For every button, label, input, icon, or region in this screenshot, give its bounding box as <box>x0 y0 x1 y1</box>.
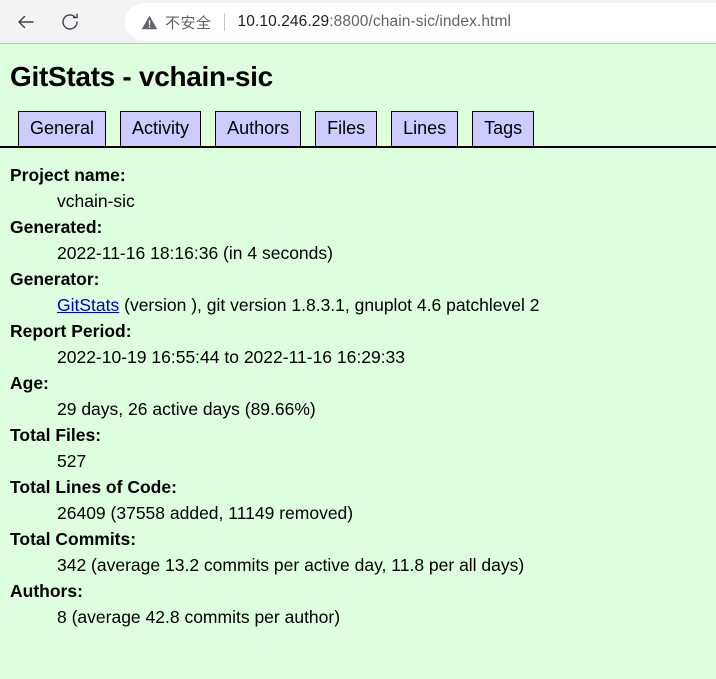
stat-label-generator: Generator: <box>10 269 100 289</box>
stat-label-age: Age: <box>10 373 49 393</box>
project-stats-list: Project name: vchain-sic Generated: 2022… <box>10 162 706 630</box>
url-path: :8800/chain-sic/index.html <box>329 13 512 30</box>
stat-value-authors: 8 (average 42.8 commits per author) <box>57 607 341 627</box>
tab-tags[interactable]: Tags <box>472 111 535 146</box>
arrow-left-icon <box>15 11 37 33</box>
tab-bar: General Activity Authors Files Lines Tag… <box>0 111 716 148</box>
address-bar[interactable]: 不安全 10.10.246.29:8800/chain-sic/index.ht… <box>125 3 716 41</box>
reload-icon <box>59 11 81 33</box>
tab-authors[interactable]: Authors <box>215 111 302 146</box>
stat-value-generated: 2022-11-16 18:16:36 (in 4 seconds) <box>57 243 333 263</box>
tab-general[interactable]: General <box>18 111 107 146</box>
tab-activity[interactable]: Activity <box>120 111 202 146</box>
stat-label-authors: Authors: <box>10 581 83 601</box>
stat-value-generator: GitStats (version ), git version 1.8.3.1… <box>57 292 706 318</box>
browser-toolbar: 不安全 10.10.246.29:8800/chain-sic/index.ht… <box>0 0 716 44</box>
stat-value-total-commits: 342 (average 13.2 commits per active day… <box>57 555 525 575</box>
security-status-label: 不安全 <box>165 14 212 32</box>
back-button[interactable] <box>8 4 44 40</box>
stat-value-total-lines-of-code: 26409 (37558 added, 11149 removed) <box>57 503 354 523</box>
reload-button[interactable] <box>52 4 88 40</box>
gitstats-link[interactable]: GitStats <box>57 295 119 315</box>
stat-label-report-period: Report Period: <box>10 321 132 341</box>
stat-label-total-lines-of-code: Total Lines of Code: <box>10 477 177 497</box>
stat-label-total-commits: Total Commits: <box>10 529 137 549</box>
stat-value-project-name: vchain-sic <box>57 191 135 211</box>
tab-files[interactable]: Files <box>315 111 378 146</box>
page-title: GitStats - vchain-sic <box>10 61 273 92</box>
address-bar-url[interactable]: 10.10.246.29:8800/chain-sic/index.html <box>238 13 512 31</box>
stat-value-total-files: 527 <box>57 451 87 471</box>
gitstats-page: GitStats - vchain-sic General Activity A… <box>0 61 716 679</box>
warning-triangle-icon[interactable] <box>141 14 158 31</box>
generator-version-text: (version ), git version 1.8.3.1, gnuplot… <box>119 295 540 315</box>
url-host: 10.10.246.29 <box>237 13 330 30</box>
stat-label-generated: Generated: <box>10 217 103 237</box>
stat-label-total-files: Total Files: <box>10 425 102 445</box>
stat-value-report-period: 2022-10-19 16:55:44 to 2022-11-16 16:29:… <box>57 347 406 367</box>
tab-lines[interactable]: Lines <box>391 111 459 146</box>
stat-label-project-name: Project name: <box>10 165 126 185</box>
stat-value-age: 29 days, 26 active days (89.66%) <box>57 399 316 419</box>
address-bar-divider <box>223 13 225 31</box>
